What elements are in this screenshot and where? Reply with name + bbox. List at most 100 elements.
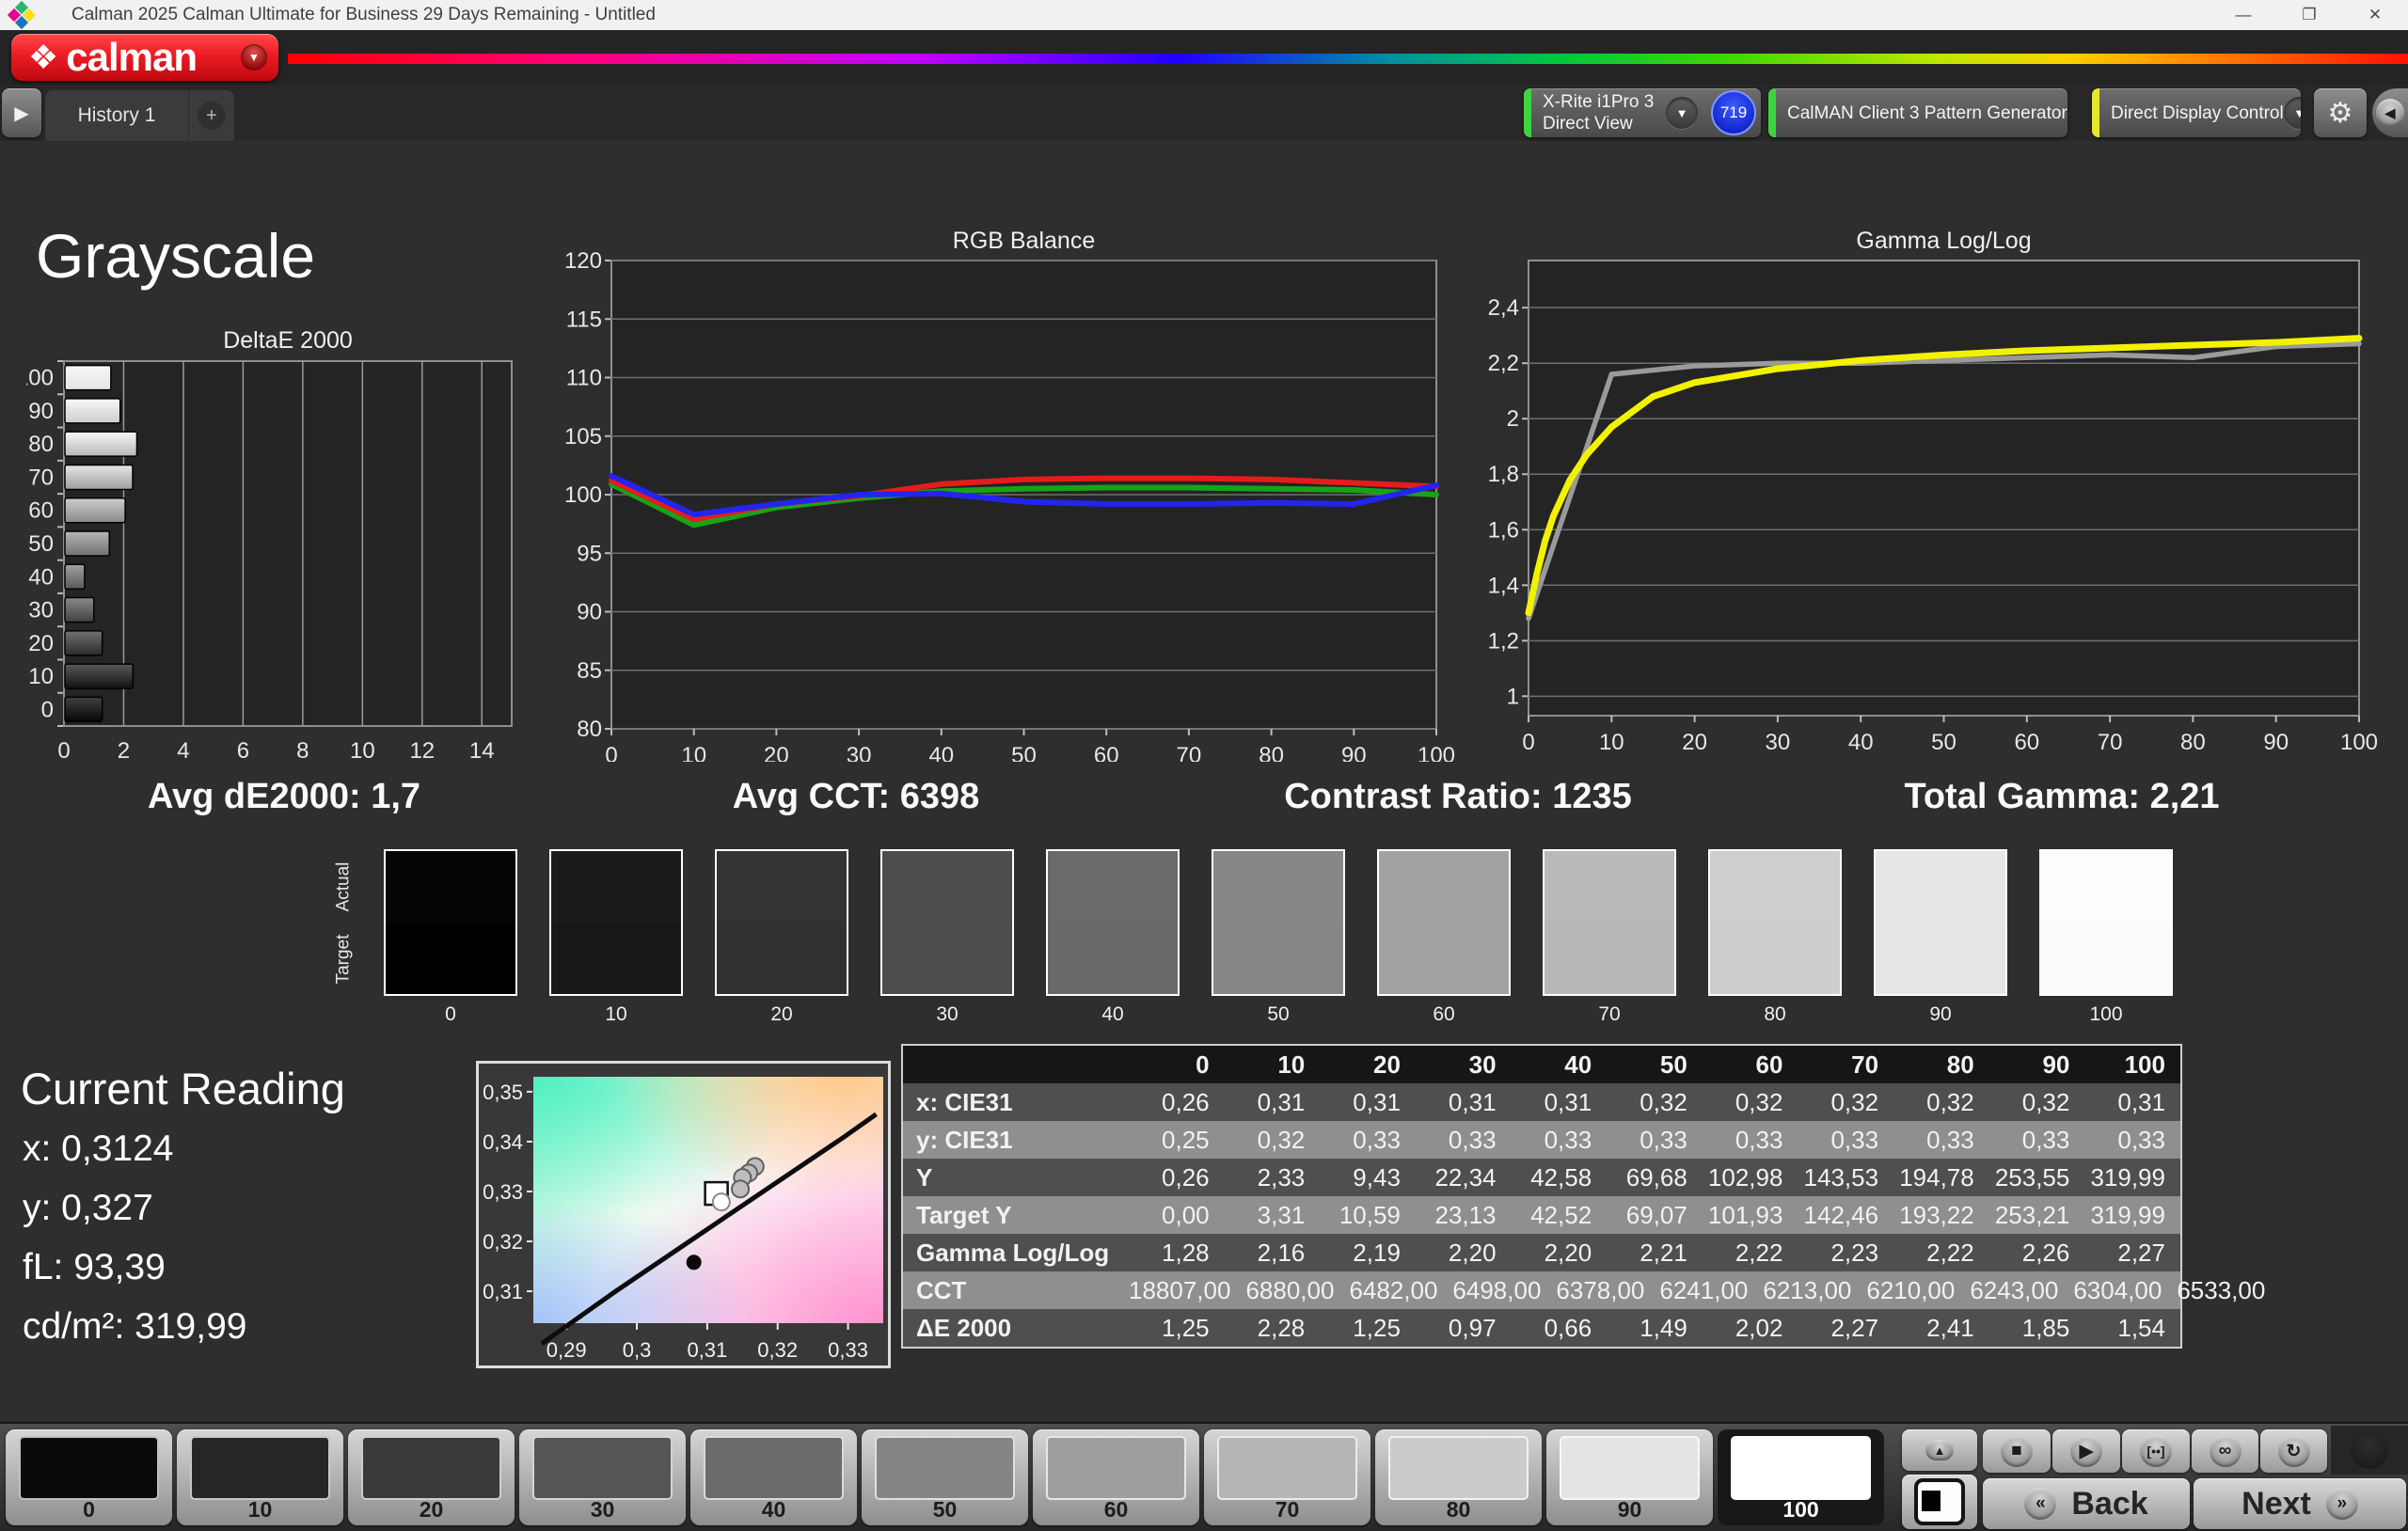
- expand-patterns-button[interactable]: ▲: [1902, 1429, 1977, 1471]
- table-cell: 6482,00: [1349, 1271, 1452, 1309]
- app-window: Calman 2025 Calman Ultimate for Business…: [0, 0, 2408, 1531]
- restore-icon[interactable]: ❐: [2276, 0, 2342, 30]
- meter-dropdown[interactable]: X-Rite i1Pro 3Direct View ▼ 719: [1524, 88, 1761, 137]
- contrast-ratio-value: Contrast Ratio: 1235: [1284, 777, 1632, 817]
- grayscale-swatch-0: 0: [384, 849, 517, 1026]
- table-row: CCT18807,006880,006482,006498,006378,006…: [903, 1271, 2180, 1309]
- settings-button[interactable]: ⚙: [2314, 88, 2367, 137]
- chevron-left-icon: ◀: [2376, 99, 2404, 127]
- level-label: 80: [1375, 1497, 1542, 1523]
- table-cell: 10,59: [1320, 1196, 1416, 1234]
- table-cell: 0,33: [2084, 1121, 2180, 1159]
- gray-level-button-10[interactable]: 10: [177, 1429, 343, 1525]
- svg-text:0: 0: [1522, 730, 1534, 755]
- display-control-label: Direct Display Control: [2099, 103, 2284, 124]
- gray-level-button-40[interactable]: 40: [690, 1429, 857, 1525]
- reading-x: x: 0,3124: [23, 1129, 173, 1170]
- swatch-level-label: 0: [384, 1003, 517, 1026]
- svg-text:100: 100: [26, 366, 54, 391]
- svg-text:0,3: 0,3: [623, 1338, 652, 1362]
- gray-level-button-60[interactable]: 60: [1033, 1429, 1199, 1525]
- infinity-icon: ∞: [2210, 1435, 2242, 1467]
- level-label: 60: [1033, 1497, 1199, 1523]
- table-cell: 1,49: [1607, 1309, 1703, 1347]
- continuous-measure-button[interactable]: ∞: [2192, 1429, 2258, 1473]
- table-cell: 2,20: [1416, 1234, 1512, 1271]
- svg-text:60: 60: [2014, 730, 2039, 755]
- table-cell: 1,85: [1989, 1309, 2085, 1347]
- table-cell: 22,34: [1416, 1159, 1512, 1196]
- gray-level-button-20[interactable]: 20: [348, 1429, 515, 1525]
- gray-level-button-50[interactable]: 50: [862, 1429, 1028, 1525]
- table-cell: 2,27: [1798, 1309, 1893, 1347]
- level-label: 50: [862, 1497, 1028, 1523]
- table-row: y: CIE310,250,320,330,330,330,330,330,33…: [903, 1121, 2180, 1159]
- gray-level-button-0[interactable]: 0: [6, 1429, 172, 1525]
- meter-status-indicator: [1524, 88, 1531, 137]
- table-cell: 0,26: [1129, 1159, 1225, 1196]
- table-cell: 1,54: [2084, 1309, 2180, 1347]
- svg-text:2: 2: [1507, 406, 1519, 432]
- next-button[interactable]: Next »: [2194, 1478, 2406, 1529]
- display-control-dropdown[interactable]: Direct Display Control ▼: [2092, 88, 2301, 137]
- table-header-cell: 10: [1225, 1046, 1321, 1083]
- svg-text:85: 85: [577, 658, 602, 684]
- gray-level-button-90[interactable]: 90: [1546, 1429, 1713, 1525]
- svg-text:2,2: 2,2: [1488, 351, 1519, 376]
- back-button[interactable]: « Back: [1983, 1478, 2190, 1529]
- step-measure-button[interactable]: [••]: [2122, 1429, 2190, 1473]
- gray-level-button-80[interactable]: 80: [1375, 1429, 1542, 1525]
- cie-overlay: 0,350,340,330,320,310,290,30,310,320,33: [479, 1064, 888, 1365]
- calman-diamond-icon: ❖: [28, 34, 58, 81]
- table-header-cell: 40: [1512, 1046, 1608, 1083]
- svg-text:30: 30: [847, 743, 872, 762]
- table-cell: 0,33: [1893, 1121, 1989, 1159]
- svg-text:6: 6: [237, 738, 249, 764]
- svg-text:20: 20: [1682, 730, 1707, 755]
- gray-level-button-100[interactable]: 100: [1718, 1429, 1884, 1525]
- gear-icon: ⚙: [2328, 97, 2353, 130]
- table-header-cell: 50: [1607, 1046, 1703, 1083]
- add-tab-button[interactable]: +: [188, 90, 234, 141]
- collapse-panel-button[interactable]: ◀: [2372, 88, 2408, 137]
- chevron-down-icon[interactable]: ▼: [1666, 97, 1698, 129]
- table-cell: 2,20: [1512, 1234, 1608, 1271]
- level-label: 90: [1546, 1497, 1713, 1523]
- play-button[interactable]: ▶: [2052, 1429, 2120, 1473]
- svg-text:80: 80: [577, 717, 602, 742]
- calman-menu-dropdown-icon[interactable]: ▼: [241, 44, 267, 71]
- chevron-down-icon[interactable]: ▼: [2284, 97, 2301, 129]
- table-cell: 42,52: [1512, 1196, 1608, 1234]
- minimize-icon[interactable]: —: [2210, 0, 2276, 30]
- gray-level-button-30[interactable]: 30: [519, 1429, 686, 1525]
- svg-text:80: 80: [28, 432, 54, 457]
- svg-text:0,33: 0,33: [483, 1180, 523, 1204]
- svg-text:8: 8: [296, 738, 309, 764]
- current-reading-title: Current Reading: [21, 1063, 345, 1114]
- workflow-expand-button[interactable]: ▶: [2, 88, 41, 137]
- gray-level-button-70[interactable]: 70: [1204, 1429, 1370, 1525]
- record-icon[interactable]: [2351, 1431, 2388, 1469]
- svg-text:90: 90: [2263, 730, 2289, 755]
- calman-menu-button[interactable]: ❖ calman ▼: [11, 34, 278, 81]
- table-cell: 42,58: [1512, 1159, 1608, 1196]
- pattern-generator-dropdown[interactable]: CalMAN Client 3 Pattern Generator ▼: [1768, 88, 2067, 137]
- svg-text:70: 70: [1177, 743, 1202, 762]
- table-cell: 0,32: [1989, 1083, 2085, 1121]
- tab-history-1[interactable]: History 1: [45, 90, 188, 141]
- table-cell: 101,93: [1703, 1196, 1798, 1234]
- level-swatch: [1560, 1436, 1700, 1500]
- table-cell: 0,25: [1129, 1121, 1225, 1159]
- avg-cct-value: Avg CCT: 6398: [733, 777, 980, 817]
- table-cell: 0,32: [1893, 1083, 1989, 1121]
- table-header-cell: 30: [1416, 1046, 1512, 1083]
- swatch-level-label: 10: [549, 1003, 683, 1026]
- svg-text:2: 2: [118, 738, 130, 764]
- svg-text:0,31: 0,31: [687, 1338, 727, 1362]
- pattern-window-button[interactable]: [1902, 1475, 1977, 1529]
- loop-measure-button[interactable]: ↻: [2260, 1429, 2327, 1473]
- stop-button[interactable]: ■: [1983, 1429, 2051, 1473]
- close-icon[interactable]: ✕: [2342, 0, 2408, 30]
- table-row-label: x: CIE31: [903, 1083, 1129, 1121]
- spectrum-strip: [288, 54, 2408, 64]
